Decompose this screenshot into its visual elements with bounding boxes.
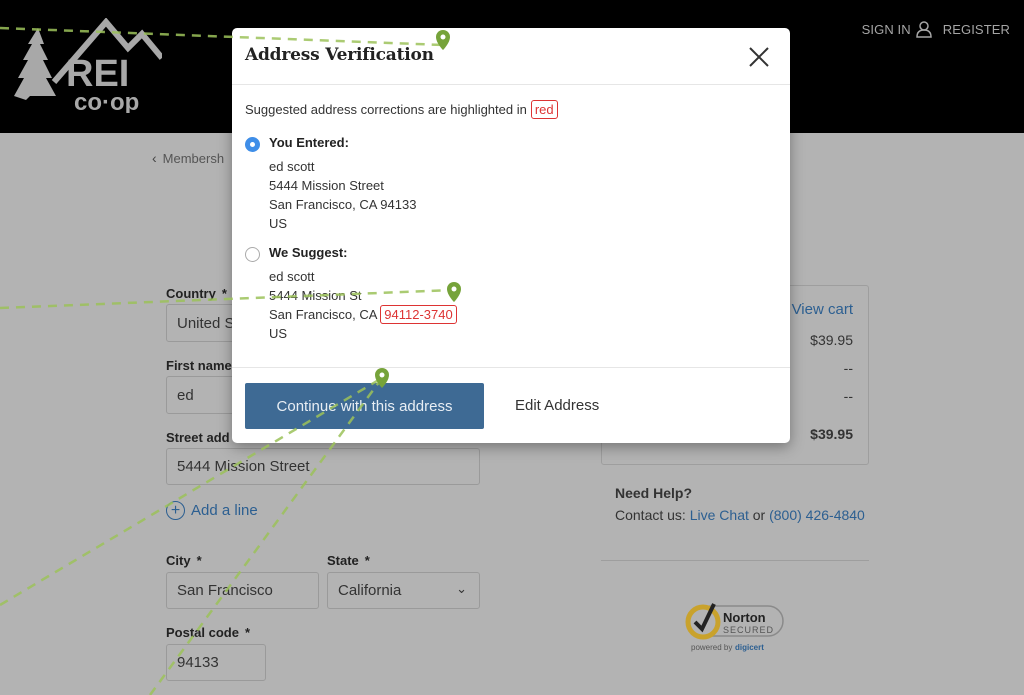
chevron-left-icon: ‹	[152, 150, 157, 166]
back-link-label: Membersh	[162, 150, 225, 166]
logo-coop-text: co·op	[74, 89, 139, 113]
edit-address-button[interactable]: Edit Address	[515, 397, 599, 414]
street-address-field[interactable]: 5444 Mission Street	[166, 448, 480, 485]
add-line-label: Add a line	[191, 502, 258, 519]
hint-text: Suggested address corrections are highli…	[245, 102, 527, 117]
tax-value: --	[843, 388, 853, 404]
entered-address: ed scott 5444 Mission Street San Francis…	[269, 157, 416, 233]
help-section: Need Help? Contact us: Live Chat or (800…	[615, 482, 865, 526]
modal-footer: Continue with this address Edit Address	[232, 367, 790, 443]
suggested-city-line: San Francisco, CA 94112-3740	[269, 305, 457, 324]
first-name-label: First name	[166, 358, 232, 373]
view-cart-link[interactable]: View cart	[792, 301, 853, 318]
back-link[interactable]: ‹ Membersh	[152, 150, 224, 166]
country-label-text: Country	[166, 286, 216, 301]
required-marker: *	[244, 625, 251, 640]
digicert-text: digicert	[735, 643, 764, 652]
sign-in-label: SIGN IN	[861, 21, 911, 37]
city-field[interactable]: San Francisco	[166, 572, 319, 609]
state-value: California	[338, 582, 402, 599]
subtotal-value: $39.95	[810, 332, 853, 348]
total-value: $39.95	[810, 426, 853, 442]
entered-street: 5444 Mission Street	[269, 178, 384, 193]
state-label: State *	[327, 553, 370, 568]
plus-circle-icon: +	[166, 501, 185, 520]
suggested-country: US	[269, 326, 288, 341]
norton-secured-text: SECURED	[723, 625, 774, 635]
suggested-city-state: San Francisco, CA	[269, 307, 377, 322]
street-address-label: Street add	[166, 430, 230, 445]
register-link[interactable]: REGISTER	[943, 22, 1010, 37]
rei-coop-logo[interactable]: REI co·op	[10, 18, 162, 113]
first-name-value: ed	[177, 386, 194, 404]
corrected-zip: 94112-3740	[380, 305, 457, 324]
help-title: Need Help?	[615, 485, 693, 501]
postal-label-text: Postal code	[166, 625, 239, 640]
country-value: United S	[177, 314, 235, 332]
state-select[interactable]: California ⌄	[327, 572, 480, 609]
street-address-value: 5444 Mission Street	[177, 458, 310, 475]
city-label: City *	[166, 553, 202, 568]
correction-hint: Suggested address corrections are highli…	[245, 100, 558, 119]
radio-we-suggest[interactable]	[245, 247, 260, 262]
entered-name: ed scott	[269, 159, 315, 174]
we-suggest-title: We Suggest:	[269, 245, 348, 260]
modal-title: Address Verification	[245, 45, 434, 65]
norton-brand-text: Norton	[723, 610, 766, 625]
city-value: San Francisco	[177, 582, 273, 599]
user-icon	[915, 21, 932, 38]
chevron-down-icon: ⌄	[456, 581, 467, 596]
country-label: Country *	[166, 286, 227, 301]
modal-header: Address Verification	[232, 28, 790, 85]
sign-in-link[interactable]: SIGN IN	[862, 20, 933, 38]
required-marker: *	[364, 553, 370, 568]
live-chat-link[interactable]: Live Chat	[690, 507, 749, 523]
suggested-name: ed scott	[269, 269, 315, 284]
entered-city-state: San Francisco, CA 94133	[269, 197, 417, 212]
suggested-street: 5444 Mission St	[269, 288, 362, 303]
suggested-address: ed scott 5444 Mission St San Francisco, …	[269, 267, 457, 343]
radio-you-entered[interactable]	[245, 137, 260, 152]
close-icon[interactable]	[748, 46, 770, 68]
divider	[601, 560, 869, 561]
postal-code-label: Postal code *	[166, 625, 250, 640]
continue-button[interactable]: Continue with this address	[245, 383, 484, 429]
or-text: or	[752, 507, 766, 523]
red-highlight-tag: red	[530, 100, 558, 119]
norton-secured-badge[interactable]: Norton SECURED powered by digicert	[683, 598, 788, 658]
required-marker: *	[221, 286, 227, 301]
shipping-value: --	[843, 360, 853, 376]
postal-code-value: 94133	[177, 654, 219, 671]
you-entered-title: You Entered:	[269, 135, 349, 150]
address-verification-modal: Address Verification Suggested address c…	[232, 28, 790, 443]
contact-prefix: Contact us:	[615, 507, 686, 523]
required-marker: *	[196, 553, 202, 568]
header-nav: SIGN IN REGISTER	[862, 20, 1010, 38]
entered-country: US	[269, 216, 288, 231]
state-label-text: State	[327, 553, 359, 568]
add-line-button[interactable]: + Add a line	[166, 501, 258, 520]
phone-link[interactable]: (800) 426-4840	[769, 507, 865, 523]
norton-powered-text: powered by	[691, 643, 732, 652]
city-label-text: City	[166, 553, 191, 568]
postal-code-field[interactable]: 94133	[166, 644, 266, 681]
